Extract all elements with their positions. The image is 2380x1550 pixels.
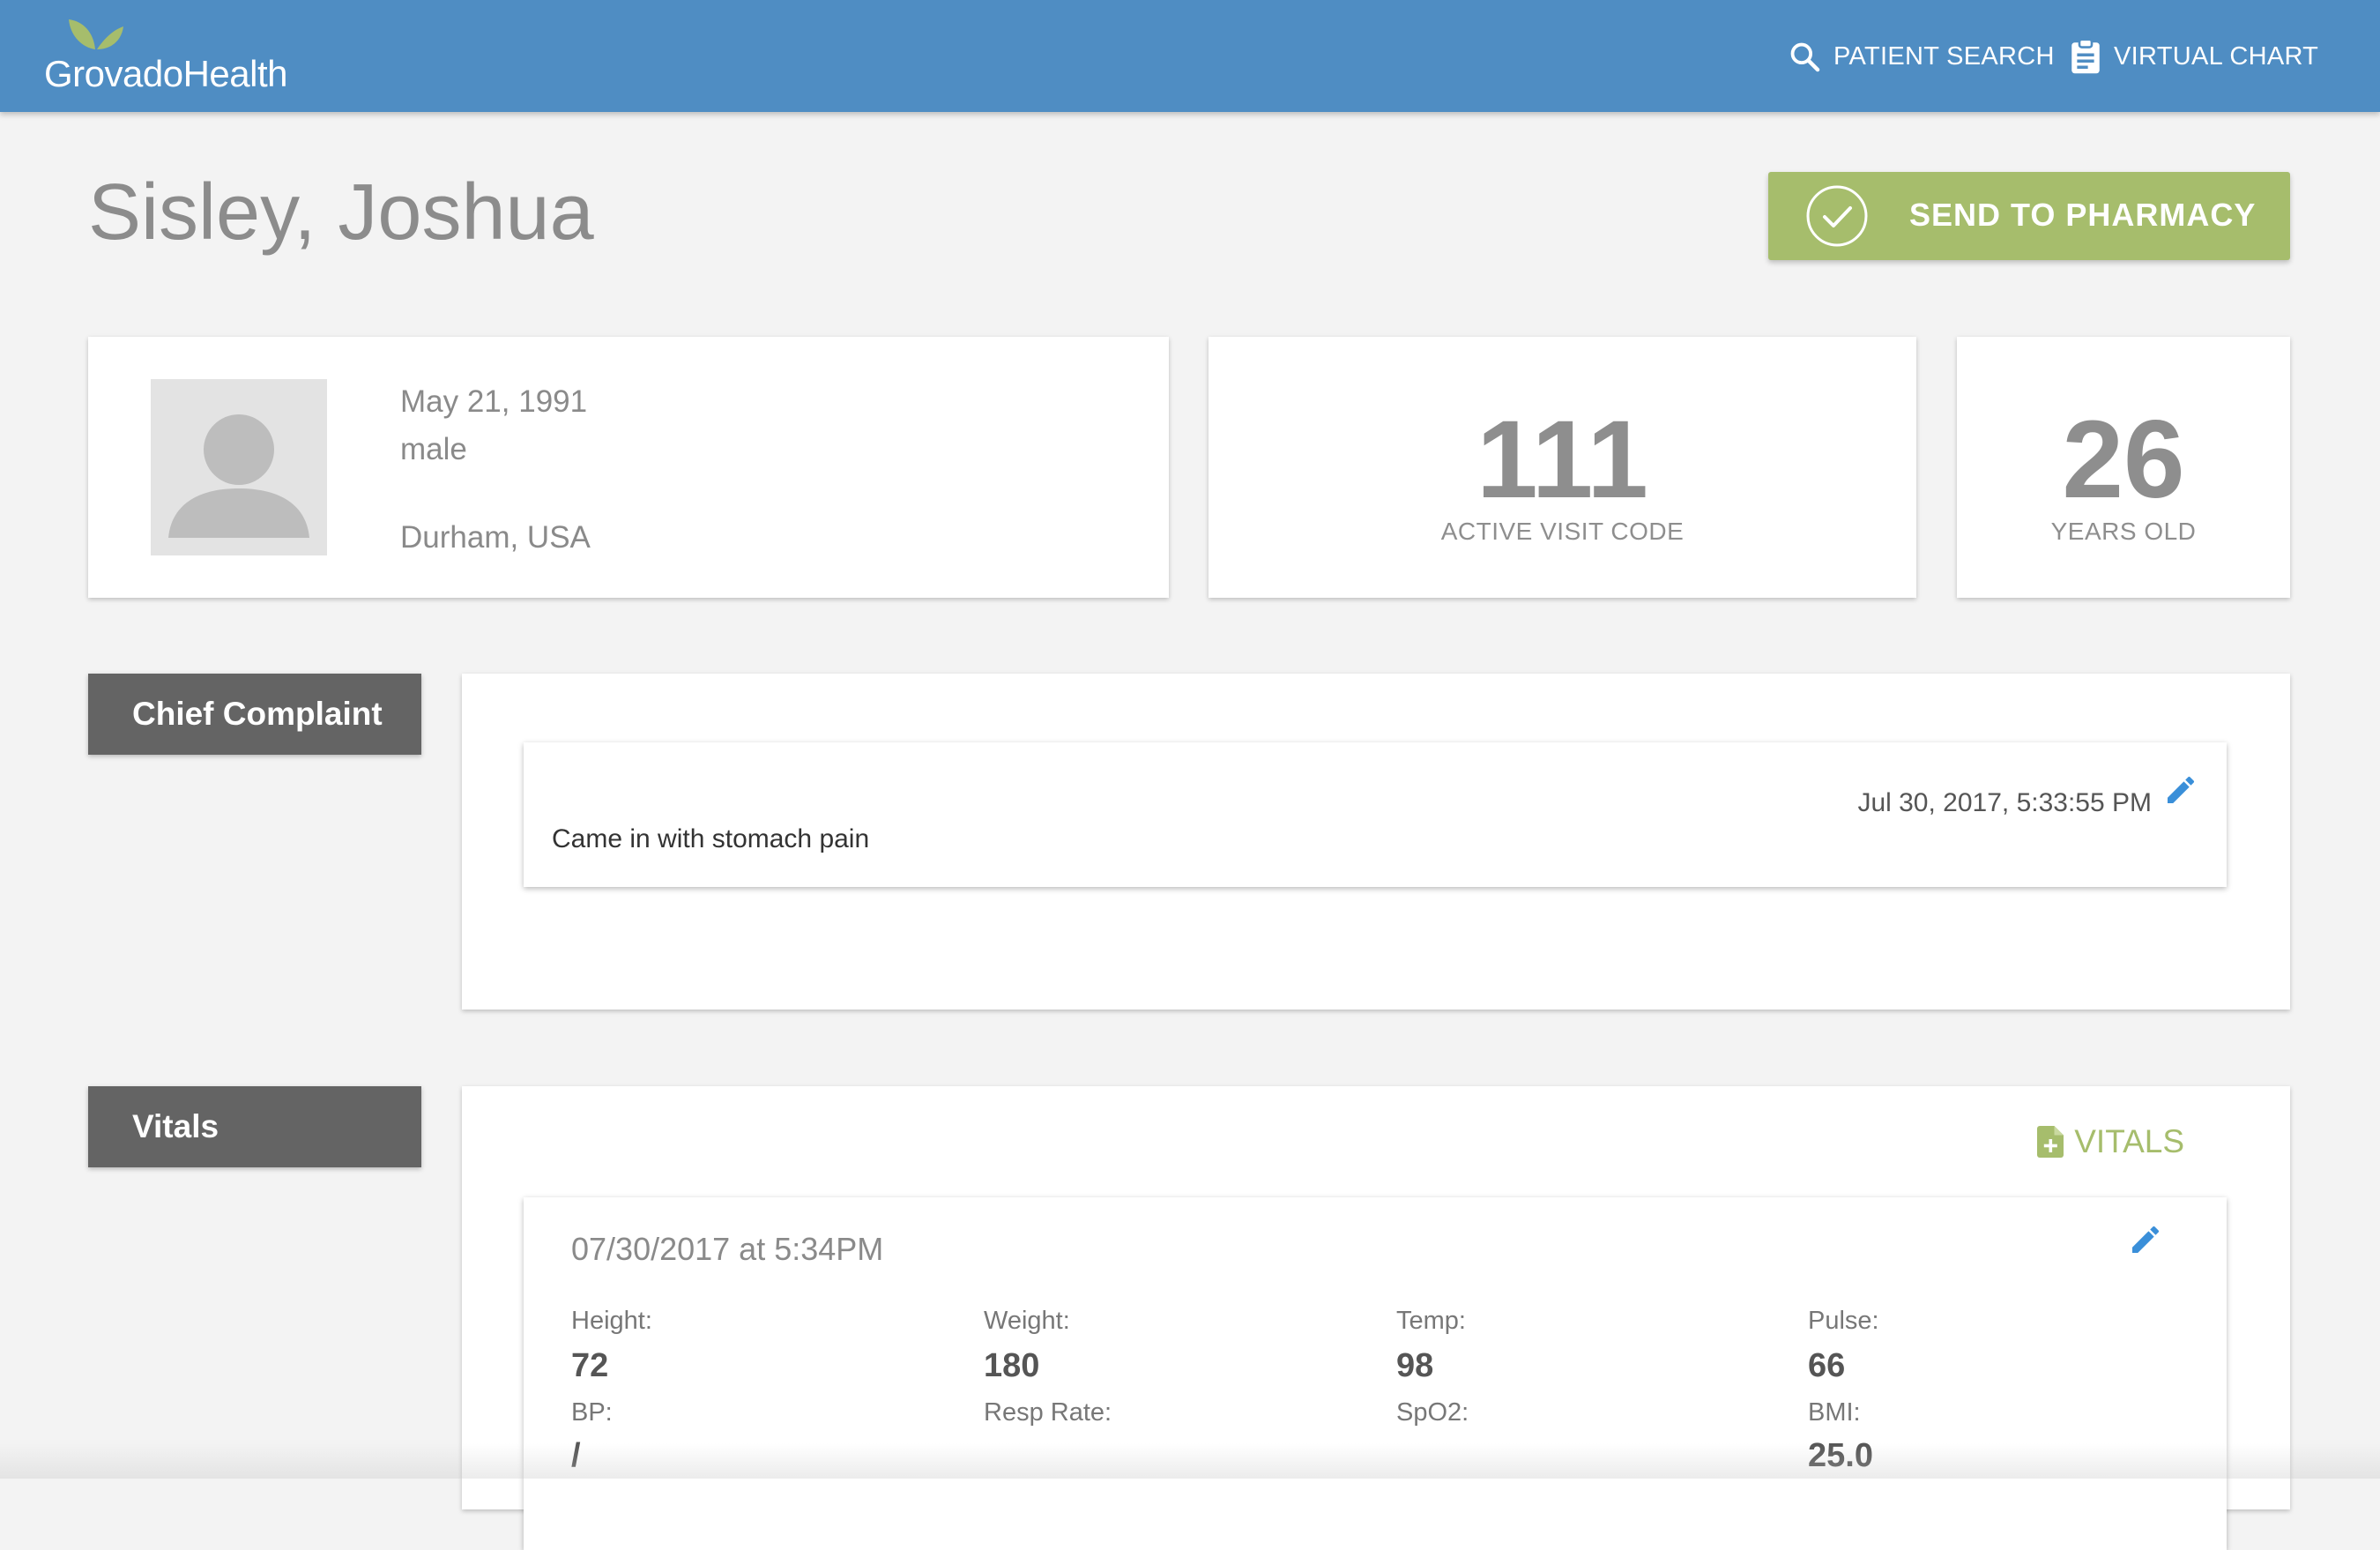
brand-name: GrovadoHealth <box>44 53 288 94</box>
age-label: YEARS OLD <box>2050 518 2197 545</box>
vital-pulse-label: Pulse: <box>1808 1307 1879 1335</box>
patient-name: Sisley, Joshua <box>88 168 594 257</box>
vital-weight-value: 180 <box>984 1347 1040 1384</box>
vital-weight-label: Weight: <box>984 1307 1070 1335</box>
vital-height-value: 72 <box>571 1347 609 1384</box>
send-to-pharmacy-label: SEND TO PHARMACY <box>1909 197 2257 233</box>
vitals-panel: VITALS 07/30/2017 at 5:34PM Height: 72 W… <box>462 1086 2290 1550</box>
patient-sex: male <box>400 432 467 466</box>
chief-complaint-section-button[interactable]: Chief Complaint <box>88 674 421 755</box>
age-card: 26 YEARS OLD <box>1957 337 2290 598</box>
vitals-section-label: Vitals <box>132 1108 219 1144</box>
top-bar: GrovadoHealth PATIENT SEARCH VIRTUAL CHA… <box>0 0 2380 112</box>
vital-bmi-label: BMI: <box>1808 1398 1861 1427</box>
add-file-icon <box>2037 1126 2064 1158</box>
vital-spo2-label: SpO2: <box>1396 1398 1469 1427</box>
clipboard-icon <box>2071 38 2100 74</box>
age-value: 26 <box>2062 399 2185 521</box>
visit-code-value: 111 <box>1476 399 1648 521</box>
leaf-logo-icon <box>69 19 123 49</box>
nav-patient-search-label: PATIENT SEARCH <box>1833 41 2055 71</box>
vitals-entry-date: 07/30/2017 at 5:34PM <box>571 1231 884 1267</box>
complaint-timestamp: Jul 30, 2017, 5:33:55 PM <box>1857 788 2152 817</box>
person-placeholder-icon <box>168 414 309 538</box>
complaint-entry: Jul 30, 2017, 5:33:55 PM Came in with st… <box>524 742 2227 887</box>
visit-code-label: ACTIVE VISIT CODE <box>1440 518 1685 545</box>
vital-bp-value: / <box>571 1437 581 1474</box>
edit-pencil-icon[interactable] <box>2163 772 2198 808</box>
patient-location: Durham, USA <box>400 520 591 555</box>
patient-dob: May 21, 1991 <box>400 384 588 419</box>
search-icon <box>1790 42 1820 72</box>
patient-info-card: May 21, 1991 male Durham, USA <box>88 337 1169 598</box>
brand-logo[interactable]: GrovadoHealth <box>44 14 326 102</box>
vital-temp-label: Temp: <box>1396 1307 1466 1335</box>
visit-code-card: 111 ACTIVE VISIT CODE <box>1209 337 1916 598</box>
nav-patient-search[interactable]: PATIENT SEARCH <box>1788 39 2055 74</box>
vital-bp-label: BP: <box>571 1398 613 1427</box>
nav-virtual-chart[interactable]: VIRTUAL CHART <box>2070 38 2319 74</box>
vitals-section-button[interactable]: Vitals <box>88 1086 421 1167</box>
vital-temp-value: 98 <box>1396 1347 1434 1384</box>
chief-complaint-section-label: Chief Complaint <box>132 696 383 732</box>
complaint-text: Came in with stomach pain <box>552 824 870 853</box>
send-to-pharmacy-button[interactable]: SEND TO PHARMACY <box>1768 172 2290 260</box>
vital-pulse-value: 66 <box>1808 1347 1846 1384</box>
check-circle-icon <box>1806 185 1868 247</box>
add-vitals-label: VITALS <box>2074 1123 2184 1159</box>
add-vitals-button[interactable]: VITALS <box>2037 1123 2184 1160</box>
edit-pencil-icon[interactable] <box>2128 1222 2163 1257</box>
chief-complaint-panel: Jul 30, 2017, 5:33:55 PM Came in with st… <box>462 674 2290 1010</box>
vital-resp-rate-label: Resp Rate: <box>984 1398 1112 1427</box>
vital-height-label: Height: <box>571 1307 652 1335</box>
nav-virtual-chart-label: VIRTUAL CHART <box>2114 41 2319 71</box>
avatar <box>151 379 327 555</box>
vital-bmi-value: 25.0 <box>1808 1437 1873 1474</box>
vitals-entry: 07/30/2017 at 5:34PM Height: 72 Weight: … <box>524 1197 2227 1550</box>
